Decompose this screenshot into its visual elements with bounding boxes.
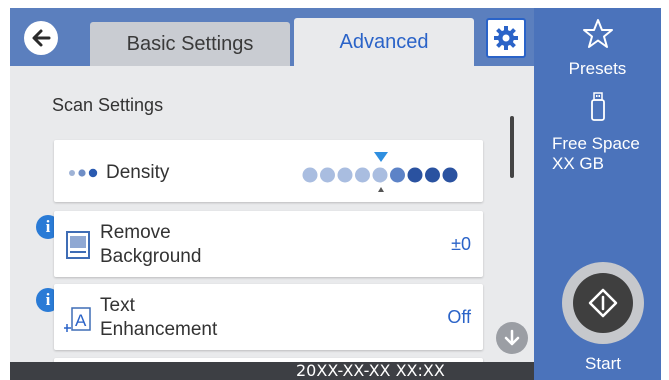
text-enhancement-label-line2: Enhancement	[100, 319, 218, 340]
scan-screen: Basic Settings Advanced Scan Settings De…	[10, 8, 661, 380]
density-scale	[302, 152, 458, 192]
start-button[interactable]	[562, 262, 644, 344]
density-dot	[390, 167, 405, 183]
density-dot	[320, 167, 335, 183]
density-dot	[442, 167, 458, 183]
arrow-down-icon	[504, 329, 520, 346]
star-icon	[582, 19, 613, 48]
density-dot	[372, 167, 388, 183]
tab-basic-settings-label: Basic Settings	[126, 32, 254, 55]
tab-advanced-label: Advanced	[339, 30, 429, 53]
presets-label: Presets	[568, 59, 627, 78]
tab-basic-settings[interactable]: Basic Settings	[90, 22, 290, 66]
density-dot	[355, 167, 370, 183]
density-dot	[425, 167, 440, 183]
svg-text:A: A	[75, 311, 87, 330]
right-panel: Presets Free Space XX GB Start	[534, 8, 661, 380]
remove-background-value: ±0	[451, 234, 471, 254]
usb-drive-icon	[590, 92, 605, 121]
scrollbar[interactable]	[510, 116, 514, 178]
status-bar	[10, 362, 534, 380]
density-label: Density	[106, 162, 170, 183]
text-enhancement-value: Off	[447, 307, 471, 327]
density-center-mark	[378, 187, 384, 192]
start-label: Start	[585, 354, 621, 373]
text-enhancement-label-line1: Text	[100, 295, 135, 316]
free-space-info: Free Space XX GB	[552, 134, 640, 174]
diamond-start-icon	[588, 288, 618, 318]
back-button[interactable]	[24, 21, 58, 55]
density-setting[interactable]: Density	[54, 140, 483, 202]
section-title: Scan Settings	[52, 95, 164, 115]
scroll-down-button[interactable]	[496, 322, 528, 354]
presets-button[interactable]: Presets	[534, 18, 661, 79]
remove-background-icon	[66, 231, 90, 259]
status-datetime: 20XX-XX-XX XX:XX	[296, 361, 445, 380]
start-button-inner	[573, 273, 633, 333]
tab-advanced[interactable]: Advanced	[294, 18, 474, 66]
tab-bar: Basic Settings Advanced	[10, 8, 534, 66]
remove-background-label-line1: Remove	[100, 222, 171, 243]
settings-button[interactable]	[486, 18, 526, 58]
remove-background-label-line2: Background	[100, 246, 202, 267]
density-marker	[374, 152, 388, 162]
remove-background-setting[interactable]: Remove Background ±0	[54, 211, 483, 277]
free-space-label: Free Space	[552, 134, 640, 153]
usb-storage-indicator	[534, 92, 661, 127]
text-enhancement-icon: A	[64, 307, 91, 332]
density-dots	[302, 167, 458, 183]
text-enhancement-setting[interactable]: A Text Enhancement Off	[54, 284, 483, 350]
density-dots-icon	[69, 168, 98, 178]
density-dot	[337, 167, 353, 183]
free-space-value: XX GB	[552, 154, 604, 173]
density-dot	[302, 167, 318, 183]
gear-icon	[494, 26, 518, 50]
arrow-left-icon	[32, 29, 51, 47]
density-dot	[407, 167, 423, 183]
